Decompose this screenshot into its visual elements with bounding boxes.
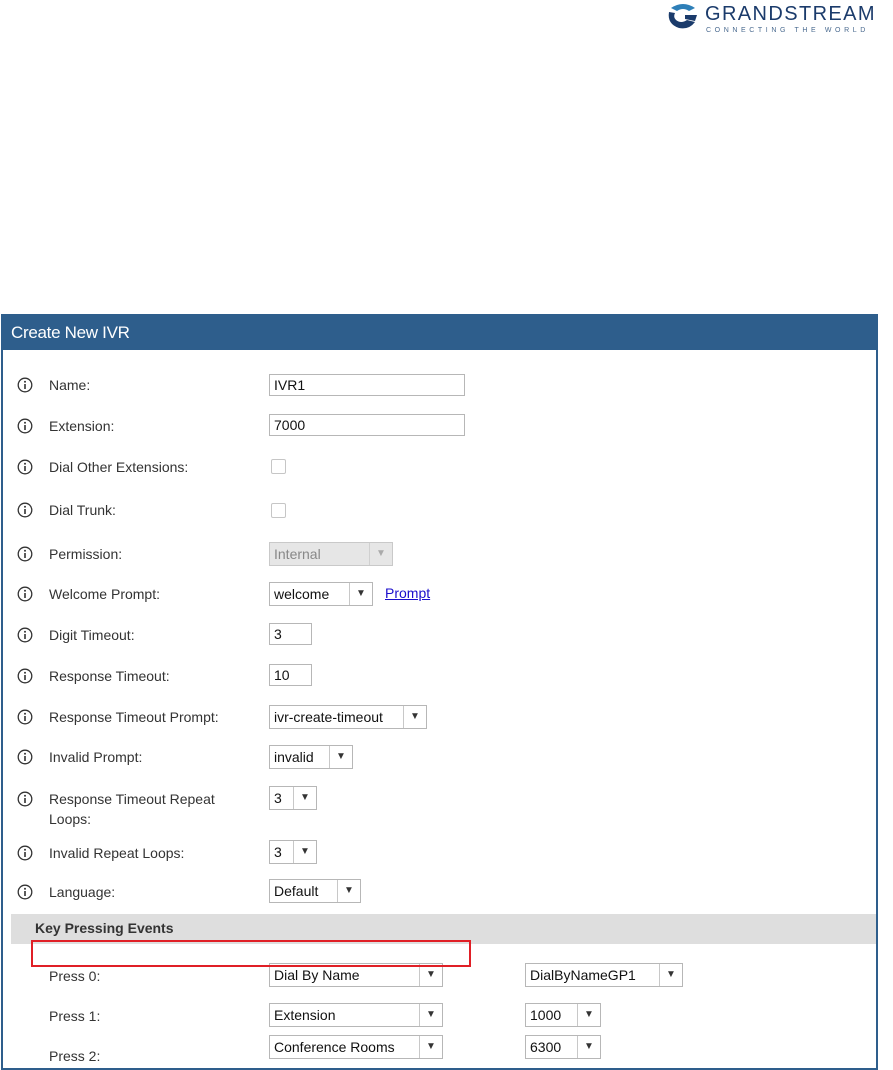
info-icon[interactable] [17, 709, 33, 725]
invalid-prompt-value: invalid [274, 749, 314, 765]
permission-select: Internal ▼ [269, 542, 393, 566]
info-icon[interactable] [17, 502, 33, 518]
triangle-down-icon: ▼ [403, 706, 426, 728]
press-2-target-select[interactable]: 6300 ▼ [525, 1035, 601, 1059]
triangle-down-icon: ▼ [293, 841, 316, 863]
welcome-prompt-select[interactable]: welcome ▼ [269, 582, 373, 606]
grandstream-logo: GRANDSTREAM CONNECTING THE WORLD [665, 2, 890, 38]
press-1-label: Press 1: [49, 1008, 101, 1024]
press-1-target-select[interactable]: 1000 ▼ [525, 1003, 601, 1027]
response-timeout-repeat-loops-label-line2: Loops: [49, 811, 92, 827]
press-0-target-select[interactable]: DialByNameGP1 ▼ [525, 963, 683, 987]
dial-trunk-label: Dial Trunk: [49, 502, 116, 518]
permission-value: Internal [274, 546, 321, 562]
response-timeout-repeat-loops-value: 3 [274, 790, 282, 806]
triangle-down-icon: ▼ [419, 1004, 442, 1026]
extension-input[interactable] [269, 414, 465, 436]
info-icon[interactable] [17, 884, 33, 900]
triangle-down-icon: ▼ [349, 583, 372, 605]
press-1-event-value: Extension [274, 1007, 336, 1023]
response-timeout-prompt-value: ivr-create-timeout [274, 709, 383, 725]
name-input[interactable] [269, 374, 465, 396]
prompt-link[interactable]: Prompt [385, 585, 430, 601]
triangle-down-icon: ▼ [329, 746, 352, 768]
grandstream-logo-mark-icon [668, 4, 697, 29]
response-timeout-label: Response Timeout: [49, 668, 170, 684]
logo-brand-text: GRANDSTREAM [705, 3, 876, 25]
response-timeout-prompt-label: Response Timeout Prompt: [49, 709, 219, 725]
press-2-target-value: 6300 [530, 1039, 562, 1055]
press-2-event-value: Conference Rooms [274, 1039, 395, 1055]
invalid-prompt-select[interactable]: invalid ▼ [269, 745, 353, 769]
info-icon[interactable] [17, 627, 33, 643]
digit-timeout-label: Digit Timeout: [49, 627, 135, 643]
press-0-event-value: Dial By Name [274, 967, 360, 983]
info-icon[interactable] [17, 845, 33, 861]
press-0-label: Press 0: [49, 968, 101, 984]
response-timeout-repeat-loops-select[interactable]: 3 ▼ [269, 786, 317, 810]
invalid-prompt-label: Invalid Prompt: [49, 749, 143, 765]
dial-trunk-checkbox[interactable] [271, 503, 286, 518]
triangle-down-icon: ▼ [577, 1036, 600, 1058]
response-timeout-repeat-loops-label: Response Timeout Repeat Loops: [49, 789, 215, 829]
press-0-target-value: DialByNameGP1 [530, 967, 636, 983]
press-2-event-select[interactable]: Conference Rooms ▼ [269, 1035, 443, 1059]
response-timeout-repeat-loops-label-line1: Response Timeout Repeat [49, 791, 215, 807]
info-icon[interactable] [17, 668, 33, 684]
language-value: Default [274, 883, 319, 899]
triangle-down-icon: ▼ [659, 964, 682, 986]
triangle-down-icon: ▼ [419, 1036, 442, 1058]
extension-label: Extension: [49, 418, 115, 434]
triangle-down-icon: ▼ [337, 880, 360, 902]
name-label: Name: [49, 377, 91, 393]
dialog-title: Create New IVR [11, 323, 130, 342]
language-label: Language: [49, 884, 116, 900]
press-2-label: Press 2: [49, 1048, 101, 1064]
response-timeout-input[interactable] [269, 664, 312, 686]
triangle-down-icon: ▼ [577, 1004, 600, 1026]
dial-other-extensions-label: Dial Other Extensions: [49, 459, 189, 475]
permission-label: Permission: [49, 546, 123, 562]
triangle-down-icon: ▼ [293, 787, 316, 809]
digit-timeout-input[interactable] [269, 623, 312, 645]
invalid-repeat-loops-value: 3 [274, 844, 282, 860]
invalid-repeat-loops-select[interactable]: 3 ▼ [269, 840, 317, 864]
press-1-target-value: 1000 [530, 1007, 562, 1023]
language-select[interactable]: Default ▼ [269, 879, 361, 903]
logo-tagline: CONNECTING THE WORLD [706, 27, 869, 34]
welcome-prompt-value: welcome [274, 586, 330, 602]
dial-other-extensions-checkbox[interactable] [271, 459, 286, 474]
dialog-header: Create New IVR [3, 316, 876, 350]
info-icon[interactable] [17, 418, 33, 434]
info-icon[interactable] [17, 586, 33, 602]
info-icon[interactable] [17, 377, 33, 393]
annotation-highlight-box [31, 940, 471, 967]
key-pressing-events-title: Key Pressing Events [35, 920, 174, 936]
info-icon[interactable] [17, 749, 33, 765]
welcome-prompt-label: Welcome Prompt: [49, 586, 160, 602]
response-timeout-prompt-select[interactable]: ivr-create-timeout ▼ [269, 705, 427, 729]
triangle-down-icon: ▼ [419, 964, 442, 986]
triangle-down-icon: ▼ [369, 543, 392, 565]
info-icon[interactable] [17, 459, 33, 475]
invalid-repeat-loops-label: Invalid Repeat Loops: [49, 845, 185, 861]
press-1-event-select[interactable]: Extension ▼ [269, 1003, 443, 1027]
info-icon[interactable] [17, 546, 33, 562]
info-icon[interactable] [17, 791, 33, 807]
